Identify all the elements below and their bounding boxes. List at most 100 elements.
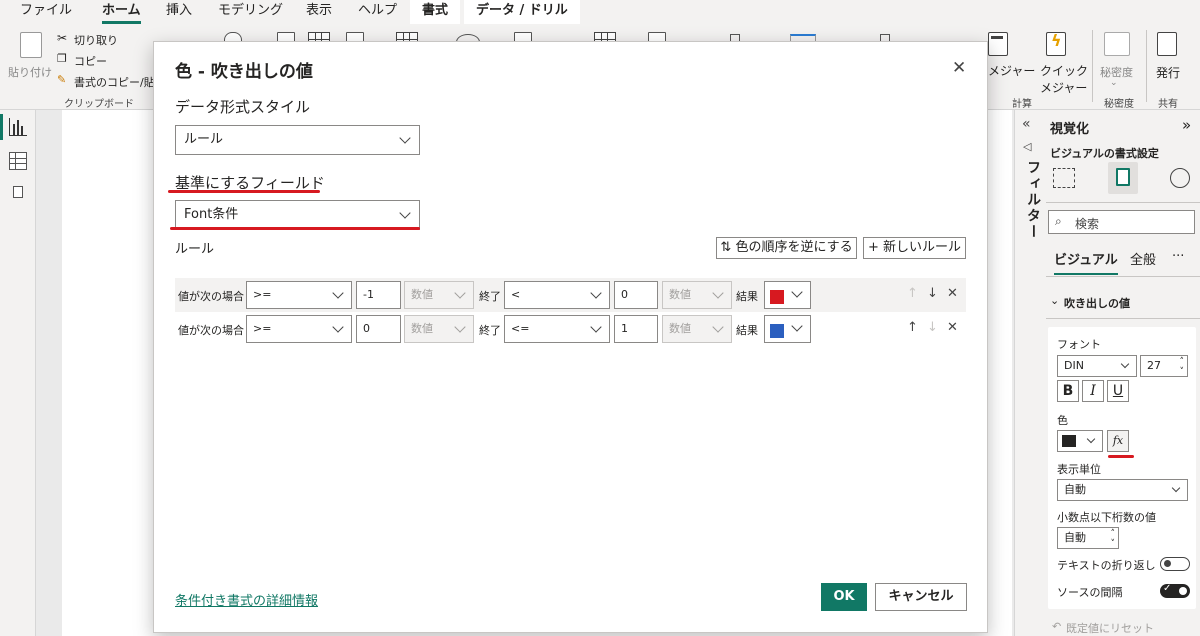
publish-button[interactable]: 発行	[1156, 64, 1180, 81]
divider	[1046, 202, 1200, 203]
tab-data-drill[interactable]: データ / ドリル	[464, 0, 580, 24]
toggle-knob	[1179, 587, 1187, 595]
source-spacing-toggle[interactable]: ✓	[1160, 583, 1190, 598]
model-view-icon[interactable]	[13, 186, 23, 198]
chevron-down-icon[interactable]: ⌄	[1050, 294, 1059, 307]
chevron-down-icon	[712, 321, 724, 333]
value-input[interactable]: 1	[614, 315, 658, 343]
value-input[interactable]: 0	[356, 315, 401, 343]
operator-select[interactable]: <	[504, 281, 610, 309]
annotation-underline	[168, 190, 320, 193]
delete-icon[interactable]: ✕	[947, 286, 958, 301]
tab-home[interactable]: ホーム	[102, 0, 141, 24]
tab-insert[interactable]: 挿入	[166, 0, 192, 24]
data-view-icon[interactable]	[9, 152, 27, 170]
format-painter-button[interactable]: 書式のコピー/貼	[74, 74, 155, 90]
underline-button[interactable]: U	[1107, 380, 1129, 402]
format-style-select[interactable]: ルール	[175, 125, 420, 155]
display-units-select[interactable]: 自動	[1057, 479, 1188, 501]
color-picker[interactable]	[1057, 430, 1103, 452]
tab-help[interactable]: ヘルプ	[358, 0, 397, 24]
value-type-select[interactable]: 数値	[404, 315, 474, 343]
quick-measure-button-line2[interactable]: メジャー	[1040, 79, 1087, 96]
scissors-icon: ✂	[57, 31, 68, 45]
new-rule-button[interactable]: + 新しいルール	[863, 237, 966, 259]
chevron-down-icon	[332, 287, 344, 299]
value-input[interactable]: 0	[614, 281, 658, 309]
color-picker[interactable]	[764, 315, 811, 343]
sensitivity-group-label: 秘密度	[1104, 99, 1134, 110]
new-measure-button[interactable]: メジャー	[988, 62, 1035, 79]
copy-button[interactable]: コピー	[74, 53, 107, 69]
filter-pane-collapsed[interactable]: « ◁ フィルター	[1014, 110, 1042, 636]
search-input[interactable]: ⌕ 検索	[1048, 210, 1195, 234]
paste-button[interactable]: 貼り付け	[8, 64, 52, 80]
sort-icon: ⇅	[720, 240, 732, 255]
move-up-icon[interactable]: ↑	[907, 286, 918, 301]
tab-general[interactable]: 全般	[1130, 249, 1156, 268]
more-options-icon[interactable]: ···	[1172, 249, 1184, 264]
bold-button[interactable]: B	[1057, 380, 1079, 402]
value-type-select[interactable]: 数値	[662, 281, 732, 309]
learn-more-link[interactable]: 条件付き書式の詳細情報	[175, 590, 318, 609]
search-icon: ⌕	[1055, 214, 1062, 228]
chevron-down-icon[interactable]: ˅	[1111, 534, 1116, 554]
tab-format[interactable]: 書式	[410, 0, 461, 24]
cut-button[interactable]: 切り取り	[74, 32, 118, 48]
move-up-icon[interactable]: ↑	[907, 320, 918, 335]
font-size-stepper[interactable]: 27 ˄ ˅	[1140, 355, 1188, 377]
decimal-places-stepper[interactable]: 自動 ˄ ˅	[1057, 527, 1119, 549]
tab-file[interactable]: ファイル	[20, 0, 72, 24]
tab-view[interactable]: 表示	[306, 0, 332, 24]
move-down-icon[interactable]: ↓	[927, 320, 938, 335]
tab-visual[interactable]: ビジュアル	[1054, 249, 1118, 275]
operator-select[interactable]: >=	[246, 281, 352, 309]
value-input[interactable]: -1	[356, 281, 401, 309]
chevron-down-icon	[454, 287, 466, 299]
tab-modeling[interactable]: モデリング	[218, 0, 283, 24]
active-indicator	[0, 114, 3, 140]
ok-button[interactable]: OK	[821, 583, 867, 611]
base-field-select[interactable]: Font条件	[175, 200, 420, 230]
chevron-down-icon	[1120, 359, 1130, 369]
if-value-label: 値が次の場合	[178, 290, 244, 303]
rule-row: 値が次の場合 >= 0 数値 終了 <= 1 数値 結果 ↑ ↓ ✕	[175, 312, 966, 346]
divider	[1046, 276, 1200, 277]
chevron-down-icon[interactable]: ˅	[1180, 362, 1185, 382]
color-swatch	[1062, 435, 1076, 447]
share-group-label: 共有	[1158, 99, 1178, 110]
report-view-icon[interactable]	[9, 118, 27, 136]
color-label: 色	[1057, 414, 1068, 427]
display-units-value: 自動	[1064, 483, 1086, 496]
section-callout-values[interactable]: 吹き出しの値	[1064, 295, 1130, 311]
delete-icon[interactable]: ✕	[947, 320, 958, 335]
italic-button[interactable]: I	[1082, 380, 1104, 402]
operator-select[interactable]: >=	[246, 315, 352, 343]
quick-measure-button[interactable]: クイック	[1040, 62, 1088, 79]
cancel-button[interactable]: キャンセル	[875, 583, 967, 611]
chevron-down-icon	[399, 207, 411, 219]
reset-default-button[interactable]: 既定値にリセット	[1066, 620, 1154, 636]
value-type-text: 数値	[669, 322, 691, 335]
reverse-color-order-button[interactable]: ⇅ 色の順序を逆にする	[716, 237, 857, 259]
format-visual-tab[interactable]	[1108, 162, 1138, 194]
color-swatch	[770, 324, 784, 338]
conditional-format-fx-button[interactable]: fx	[1107, 430, 1129, 452]
dialog-title: 色 - 吹き出しの値	[175, 62, 313, 82]
text-wrap-toggle[interactable]	[1160, 557, 1190, 571]
value-type-select[interactable]: 数値	[662, 315, 732, 343]
close-icon[interactable]: ✕	[952, 58, 966, 78]
expand-right-icon[interactable]: »	[1182, 116, 1191, 134]
chevron-down-icon	[712, 287, 724, 299]
value-type-select[interactable]: 数値	[404, 281, 474, 309]
collapse-left-icon[interactable]: «	[1022, 116, 1031, 132]
result-label: 結果	[736, 324, 758, 337]
new-rule-label: 新しいルール	[883, 240, 962, 255]
operator-select[interactable]: <=	[504, 315, 610, 343]
font-family-select[interactable]: DIN	[1057, 355, 1137, 377]
color-picker[interactable]	[764, 281, 811, 309]
move-down-icon[interactable]: ↓	[927, 286, 938, 301]
format-style-label: データ形式スタイル	[175, 98, 311, 116]
build-visual-icon[interactable]	[1053, 168, 1075, 188]
analytics-icon[interactable]	[1170, 168, 1190, 188]
